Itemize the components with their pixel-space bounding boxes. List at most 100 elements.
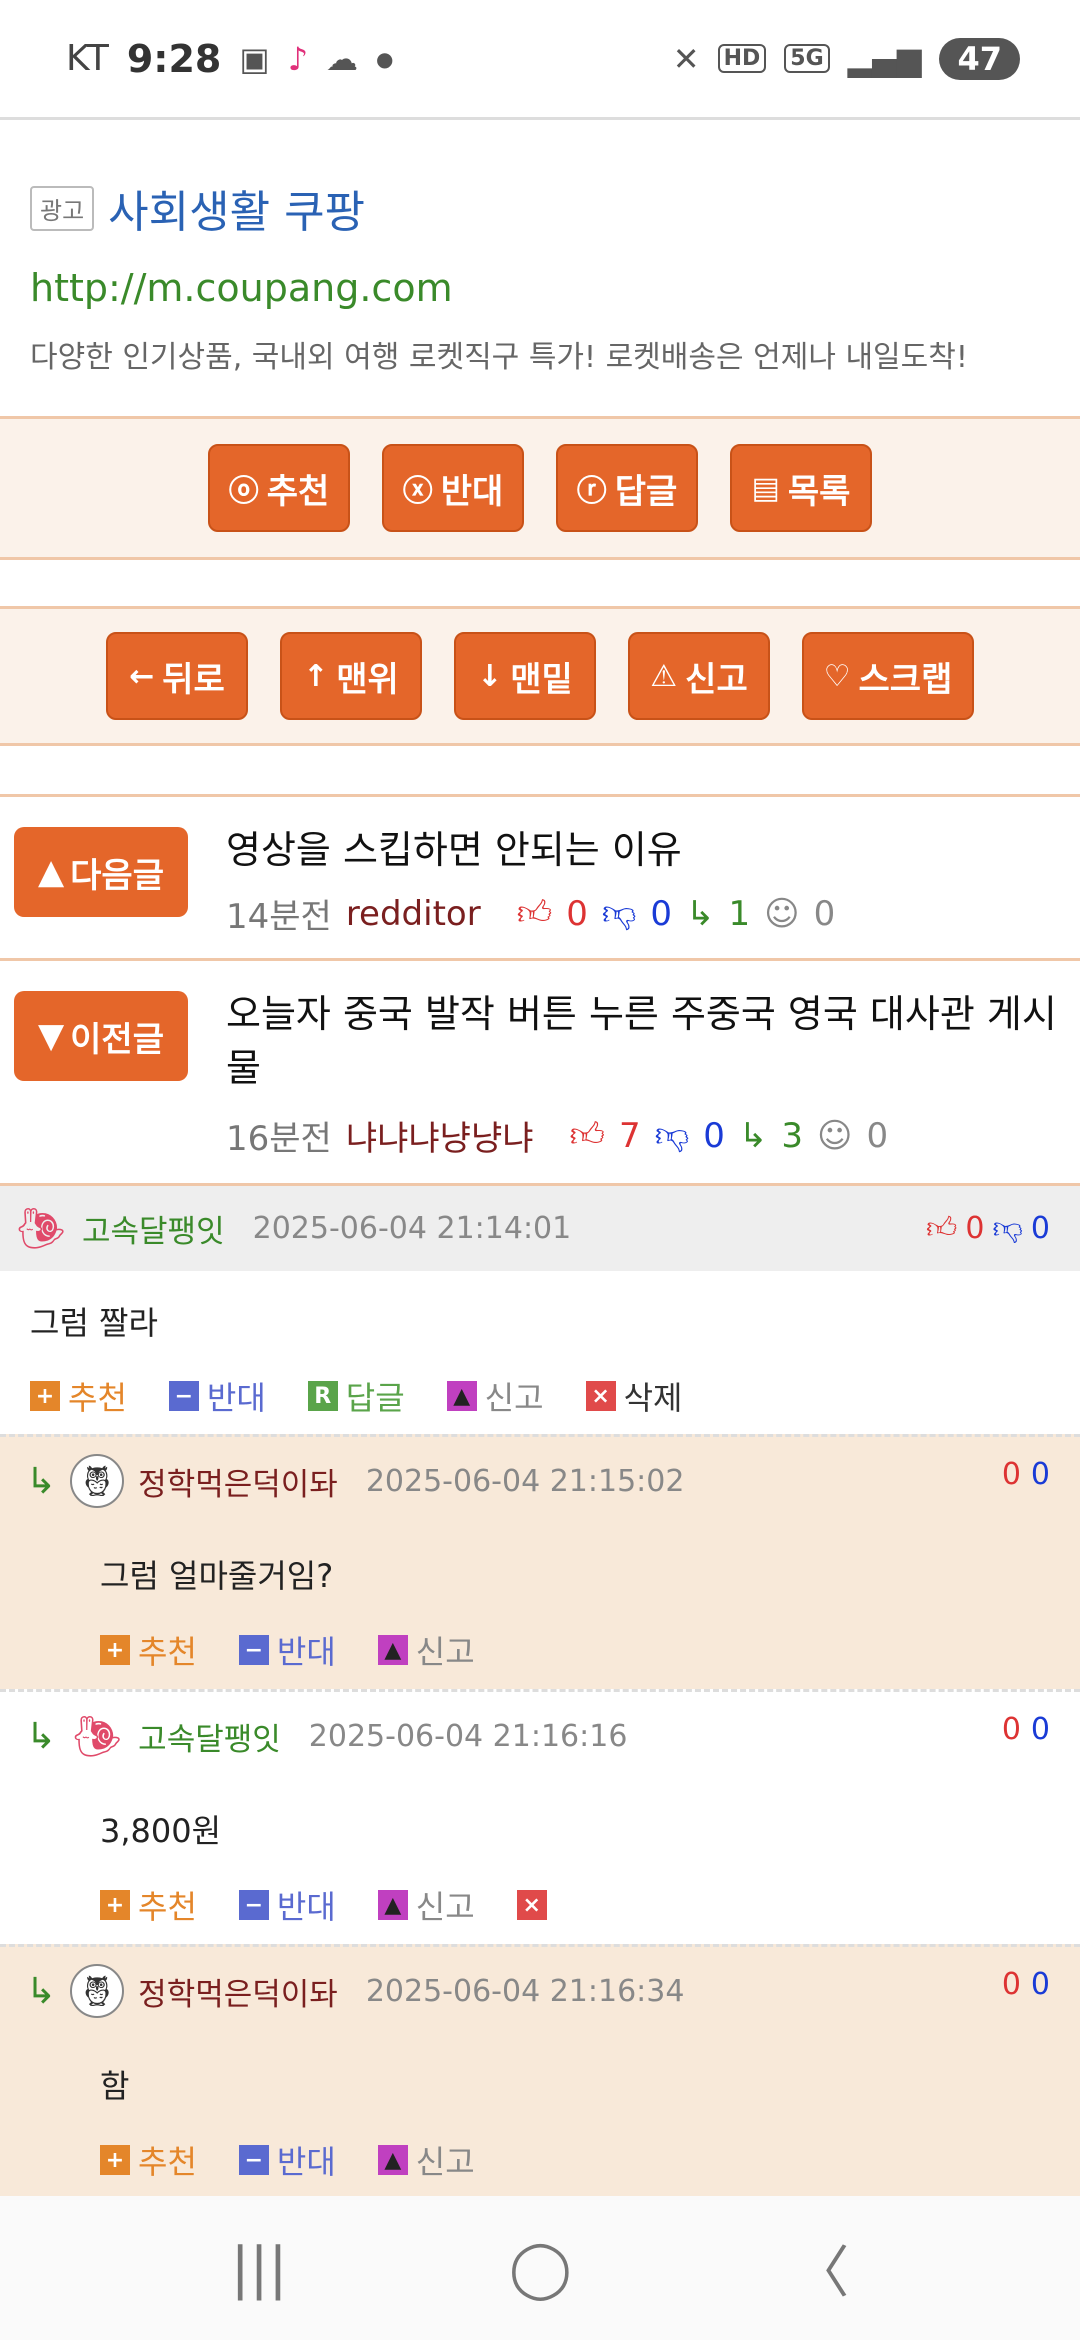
ad-badge: 광고 bbox=[30, 185, 95, 231]
reply-count: 1 bbox=[728, 893, 751, 934]
up-count: 0 bbox=[1001, 1967, 1021, 2002]
battery-indicator: 47 bbox=[939, 37, 1020, 80]
warning-icon: ⚠ bbox=[650, 658, 678, 694]
reply-recommend[interactable]: + 추천 bbox=[100, 1882, 197, 1928]
carrier-label: KT bbox=[66, 38, 109, 79]
reply-actions: + 추천 − 반대 ▲ 신고 × bbox=[100, 1882, 589, 1928]
heart-icon: ♡ bbox=[823, 658, 851, 694]
next-post-meta: 14분전 redditor 👍︎ 0 👎︎ 0 ↳ 1 ☺ 0 bbox=[226, 889, 835, 938]
oppose-label: 반대 bbox=[276, 1888, 336, 1926]
oppose-label: 반대 bbox=[440, 471, 504, 512]
reply-arrow-icon: ↳ bbox=[26, 1970, 57, 2012]
report-label: 신고 bbox=[415, 1888, 475, 1926]
ad-url[interactable]: http://m.coupang.com bbox=[30, 266, 1050, 310]
reply-actions: + 추천 − 반대 ▲ 신고 bbox=[100, 2137, 517, 2183]
reply-nick[interactable]: 정학먹은덕이돠 bbox=[138, 1459, 338, 1504]
bottom-button[interactable]: ↓ 맨밑 bbox=[454, 632, 596, 720]
comment-reply[interactable]: R 답글 bbox=[307, 1373, 405, 1419]
reply-nick[interactable]: 고속달팽잇 bbox=[138, 1714, 281, 1759]
back-label: 뒤로 bbox=[162, 659, 225, 700]
back-icon[interactable]: 〈 bbox=[793, 2228, 849, 2309]
reply-count: 3 bbox=[781, 1115, 803, 1156]
emo-count: 0 bbox=[866, 1115, 889, 1156]
circle-x-icon: ⓧ bbox=[402, 474, 433, 509]
circle-r-icon: ⓡ bbox=[576, 474, 607, 509]
emo-count: 0 bbox=[813, 893, 836, 934]
delete-icon: × bbox=[585, 1381, 616, 1411]
prev-post-button[interactable]: ▼ 이전글 bbox=[14, 991, 188, 1081]
reply-oppose[interactable]: − 반대 bbox=[238, 1882, 336, 1928]
down-count: 0 bbox=[1030, 1210, 1050, 1246]
top-label: 맨위 bbox=[336, 659, 399, 700]
reply-delete[interactable]: × bbox=[516, 1890, 547, 1920]
up-count: 0 bbox=[1001, 1457, 1021, 1492]
thumbs-down-icon: 👎︎ bbox=[654, 1115, 690, 1155]
down-count: 0 bbox=[1030, 1712, 1050, 1747]
comment-report[interactable]: ▲ 신고 bbox=[446, 1373, 544, 1419]
prev-post-meta: 16분전 냐냐냐냥냥냐 👍︎ 7 👎︎ 0 ↳ 3 ☺ 0 bbox=[226, 1111, 888, 1160]
comment-delete[interactable]: × 삭제 bbox=[585, 1373, 683, 1419]
siren-icon: ▲ bbox=[377, 1635, 408, 1665]
signal-icon: ▂▄▆ bbox=[847, 39, 922, 78]
next-post[interactable]: ▲ 다음글 영상을 스킵하면 안되는 이유 14분전 redditor 👍︎ 0 👎… bbox=[0, 794, 1080, 959]
reply-label: 답글 bbox=[345, 1379, 405, 1417]
thumbs-down-icon: 👎︎ bbox=[992, 1210, 1023, 1246]
reply-body: 함 bbox=[100, 2067, 130, 2105]
down-count: 0 bbox=[1030, 1967, 1050, 2002]
comment-recommend[interactable]: + 추천 bbox=[30, 1373, 127, 1419]
comment-votes: 👍︎ 0 👎︎ 0 bbox=[926, 1211, 1050, 1247]
dot-icon: ● bbox=[376, 46, 394, 71]
system-nav-bar: ||| ◯ 〈 bbox=[0, 2196, 1080, 2340]
ad-title[interactable]: 사회생활 쿠팡 bbox=[108, 176, 365, 240]
back-button[interactable]: ← 뒤로 bbox=[106, 632, 248, 720]
ad-banner[interactable]: 광고 사회생활 쿠팡 http://m.coupang.com 다양한 인기상품… bbox=[0, 122, 1080, 417]
reply-body: 3,800원 bbox=[100, 1812, 222, 1850]
thumbs-up-icon: 👍︎ bbox=[516, 893, 553, 933]
top-button[interactable]: ↑ 맨위 bbox=[280, 632, 422, 720]
reply-nick[interactable]: 정학먹은덕이돠 bbox=[138, 1969, 338, 2014]
comment-nick[interactable]: 고속달팽잇 bbox=[82, 1206, 225, 1251]
up-count: 0 bbox=[1001, 1712, 1021, 1747]
reply-votes: 00 bbox=[1002, 1712, 1050, 1747]
reply-oppose[interactable]: − 반대 bbox=[238, 1627, 336, 1673]
reply-arrow-icon: ↳ bbox=[26, 1715, 57, 1757]
screenshot-icon: ▣ bbox=[239, 39, 270, 78]
oppose-label: 반대 bbox=[276, 1633, 336, 1671]
reply-oppose[interactable]: − 반대 bbox=[238, 2137, 336, 2183]
siren-icon: ▲ bbox=[377, 1890, 408, 1920]
prev-post[interactable]: ▼ 이전글 오늘자 중국 발작 버튼 누른 주중국 영국 대사관 게시물 16분전… bbox=[0, 958, 1080, 1183]
reply-recommend[interactable]: + 추천 bbox=[100, 2137, 197, 2183]
next-post-label: 다음글 bbox=[70, 855, 164, 896]
home-icon[interactable]: ◯ bbox=[509, 2236, 572, 2301]
reply-item: ↳ 🦉︎ 정학먹은덕이돠 2025-06-04 21:15:02 00 그럼 얼… bbox=[0, 1434, 1080, 1689]
plus-icon: + bbox=[100, 1635, 130, 1665]
up-count: 0 bbox=[566, 893, 588, 934]
reply-votes: 00 bbox=[1002, 1457, 1050, 1492]
recommend-button[interactable]: ⓞ 추천 bbox=[208, 444, 350, 532]
minus-icon: − bbox=[238, 2145, 269, 2175]
reply-report[interactable]: ▲ 신고 bbox=[377, 2137, 475, 2183]
comment-oppose[interactable]: − 반대 bbox=[168, 1373, 266, 1419]
comment-date: 2025-06-04 21:14:01 bbox=[252, 1211, 572, 1246]
delete-label: 삭제 bbox=[623, 1379, 683, 1417]
report-button[interactable]: ⚠ 신고 bbox=[628, 632, 770, 720]
oppose-button[interactable]: ⓧ 반대 bbox=[382, 444, 524, 532]
next-post-title[interactable]: 영상을 스킵하면 안되는 이유 bbox=[226, 823, 1070, 877]
reply-report[interactable]: ▲ 신고 bbox=[377, 1882, 475, 1928]
recent-apps-icon[interactable]: ||| bbox=[231, 2236, 288, 2301]
post-time: 14분전 bbox=[226, 897, 332, 937]
plus-icon: + bbox=[100, 2145, 130, 2175]
scrap-button[interactable]: ♡ 스크랩 bbox=[802, 632, 974, 720]
report-label: 신고 bbox=[484, 1379, 544, 1417]
reply-recommend[interactable]: + 추천 bbox=[100, 1627, 197, 1673]
siren-icon: ▲ bbox=[377, 2145, 408, 2175]
reply-votes: 00 bbox=[1002, 1967, 1050, 2002]
reply-button[interactable]: ⓡ 답글 bbox=[556, 444, 698, 532]
oppose-label: 반대 bbox=[276, 2143, 336, 2181]
recommend-label: 추천 bbox=[68, 1379, 127, 1417]
list-button[interactable]: ▤ 목록 bbox=[730, 444, 872, 532]
prev-post-title[interactable]: 오늘자 중국 발작 버튼 누른 주중국 영국 대사관 게시물 bbox=[226, 987, 1070, 1095]
next-post-button[interactable]: ▲ 다음글 bbox=[14, 827, 188, 917]
reply-report[interactable]: ▲ 신고 bbox=[377, 1627, 475, 1673]
comment-body: 그럼 짤라 bbox=[30, 1304, 158, 1342]
